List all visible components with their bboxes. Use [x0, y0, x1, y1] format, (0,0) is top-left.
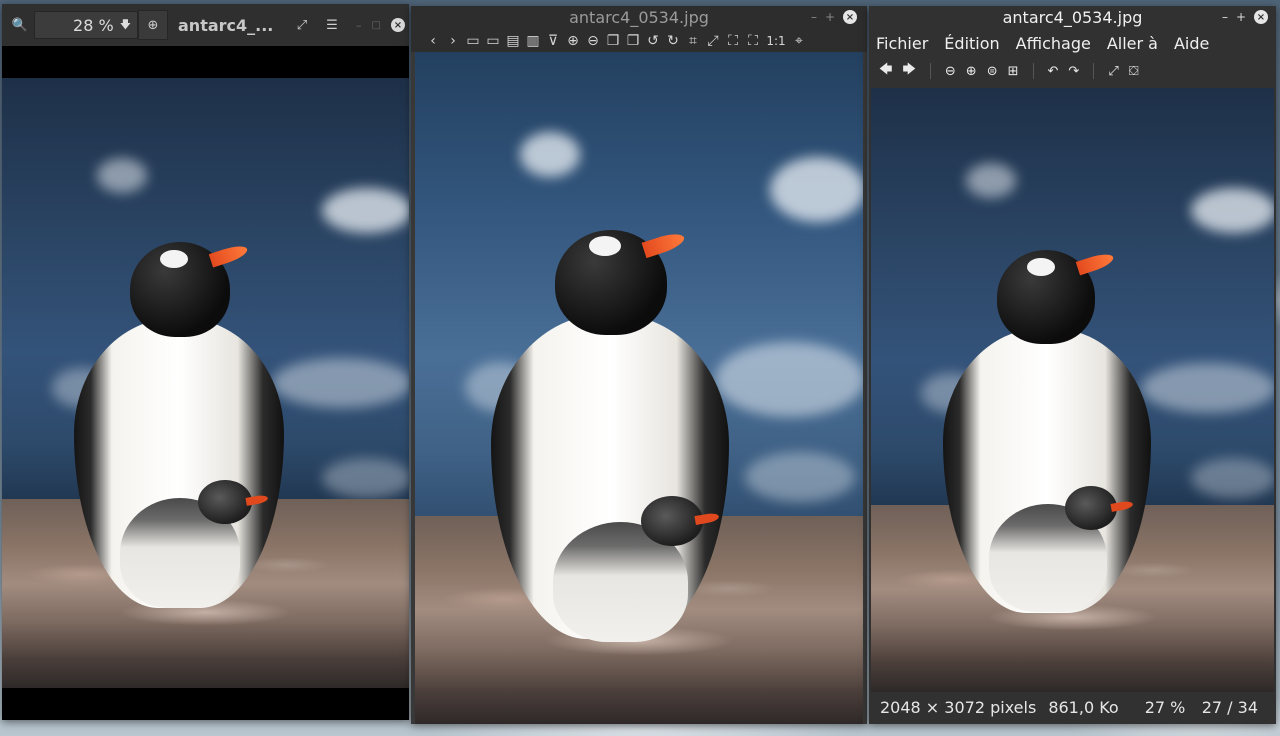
- penguin-photo[interactable]: [2, 78, 409, 688]
- rotate-left-icon[interactable]: ↶: [1048, 64, 1059, 79]
- open-folder-icon[interactable]: ▭: [465, 33, 481, 49]
- zoom-out-icon[interactable]: ⊖: [945, 64, 956, 79]
- fit-width-icon[interactable]: ⛶: [745, 33, 761, 49]
- filter-icon[interactable]: ⊽: [545, 33, 561, 49]
- zoom-in-icon[interactable]: ⊕: [138, 10, 168, 40]
- rotate-right-icon[interactable]: ↻: [665, 33, 681, 49]
- location-pin-icon[interactable]: ⌖: [791, 33, 807, 49]
- zoom-level: 27 %: [1144, 697, 1186, 717]
- forward-arrow-icon[interactable]: 🡆: [902, 60, 915, 82]
- minimize-button[interactable]: –: [1222, 10, 1228, 24]
- rotate-right-icon[interactable]: ↷: [1068, 64, 1079, 79]
- fullscreen-icon[interactable]: ⤢: [1108, 64, 1118, 79]
- menu-bar: Fichier Édition Affichage Aller à Aide: [869, 30, 1276, 56]
- titlebar: 🔍 28 % 🡇 ⊕ antarc4_... ⤢ ☰ – □ ×: [2, 4, 409, 46]
- zoom-original-icon[interactable]: ⊞: [1008, 64, 1019, 79]
- close-button[interactable]: ×: [390, 18, 405, 32]
- toolbar: ‹ › ▭ ▭ ▤ ▥ ⊽ ⊕ ⊖ ❐ ❐ ↺ ↻ ⌗ ⤢ ⛶ ⛶ 1:1 ⌖: [411, 30, 867, 52]
- zoom-out-icon[interactable]: ⊖: [585, 33, 601, 49]
- window-title: antarc4_...: [178, 15, 274, 35]
- image-viewer-window-1: 🔍 28 % 🡇 ⊕ antarc4_... ⤢ ☰ – □ ×: [2, 4, 409, 720]
- copy-icon[interactable]: ❐: [605, 33, 621, 49]
- crop-icon[interactable]: ⌗: [685, 33, 701, 49]
- image-viewer-window-3: antarc4_0534.jpg – + × Fichier Édition A…: [869, 6, 1276, 724]
- zoom-in-icon[interactable]: ⊕: [966, 64, 977, 79]
- folder-icon[interactable]: ▭: [485, 33, 501, 49]
- fit-window-icon[interactable]: ⛶: [725, 33, 741, 49]
- minimize-button[interactable]: –: [356, 19, 362, 32]
- maximize-button[interactable]: □: [372, 20, 381, 31]
- save-icon[interactable]: ▤: [505, 33, 521, 49]
- rotate-left-icon[interactable]: ↺: [645, 33, 661, 49]
- actual-size-icon[interactable]: 1:1: [765, 34, 787, 48]
- penguin-photo[interactable]: [871, 88, 1274, 692]
- hamburger-menu-icon[interactable]: ☰: [318, 11, 346, 39]
- toolbar: 🡄 🡆 ⊖ ⊕ ⊜ ⊞ ↶ ↷ ⤢ ⛋: [869, 56, 1276, 86]
- image-viewer-window-2: antarc4_0534.jpg – + × ‹ › ▭ ▭ ▤ ▥ ⊽ ⊕ ⊖…: [411, 6, 867, 724]
- toolbar-separator: [1032, 63, 1034, 79]
- minimize-button[interactable]: –: [811, 10, 817, 24]
- toolbar-separator: [929, 63, 931, 79]
- window-title: antarc4_0534.jpg: [569, 8, 709, 27]
- slideshow-icon[interactable]: ⛋: [1129, 64, 1139, 79]
- next-icon[interactable]: ›: [445, 33, 461, 49]
- zoom-in-icon[interactable]: ⊕: [565, 33, 581, 49]
- previous-icon[interactable]: ‹: [425, 33, 441, 49]
- zoom-value: 28 %: [73, 15, 114, 35]
- close-button[interactable]: ×: [843, 10, 857, 24]
- menu-fichier[interactable]: Fichier: [876, 34, 928, 53]
- menu-aide[interactable]: Aide: [1174, 34, 1209, 53]
- maximize-button[interactable]: +: [825, 10, 835, 24]
- toolbar-separator: [1093, 63, 1095, 79]
- delete-icon[interactable]: ▥: [525, 33, 541, 49]
- status-bar: 2048 × 3072 pixels 861,0 Ko 27 % 27 / 34: [869, 690, 1276, 724]
- file-size: 861,0 Ko: [1048, 697, 1119, 717]
- menu-edition[interactable]: Édition: [944, 34, 999, 53]
- image-position: 27 / 34: [1201, 697, 1258, 717]
- window-title: antarc4_0534.jpg: [1002, 8, 1143, 27]
- zoom-fit-icon[interactable]: ⊜: [987, 64, 998, 79]
- penguin-photo[interactable]: [415, 52, 863, 724]
- zoom-level-field[interactable]: 28 % 🡇: [34, 11, 138, 39]
- letterbox-top: [2, 46, 409, 78]
- fullscreen-icon[interactable]: ⤢: [288, 11, 316, 39]
- maximize-button[interactable]: +: [1236, 10, 1246, 24]
- chevron-down-icon[interactable]: 🡇: [120, 16, 131, 35]
- image-dimensions: 2048 × 3072 pixels: [880, 697, 1037, 717]
- menu-affichage[interactable]: Affichage: [1016, 34, 1091, 53]
- letterbox-bottom: [2, 688, 409, 720]
- menu-aller-a[interactable]: Aller à: [1107, 34, 1158, 53]
- paste-icon[interactable]: ❐: [625, 33, 641, 49]
- titlebar: antarc4_0534.jpg – + ×: [869, 6, 1276, 30]
- resize-icon[interactable]: ⤢: [705, 33, 721, 49]
- zoom-out-icon[interactable]: 🔍: [6, 11, 34, 39]
- titlebar: antarc4_0534.jpg – + ×: [411, 6, 867, 30]
- close-button[interactable]: ×: [1254, 10, 1268, 24]
- back-arrow-icon[interactable]: 🡄: [879, 60, 892, 82]
